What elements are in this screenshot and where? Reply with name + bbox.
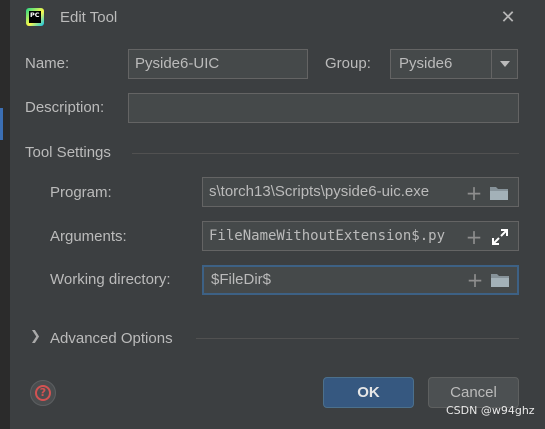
- insert-macro-icon[interactable]: +: [464, 182, 484, 204]
- insert-macro-icon[interactable]: +: [464, 226, 484, 248]
- arguments-input[interactable]: FileNameWithoutExtension$.py +: [202, 221, 519, 251]
- expand-icon[interactable]: [492, 229, 508, 245]
- working-directory-value: $FileDir$: [211, 271, 272, 288]
- help-icon: ?: [35, 385, 51, 401]
- program-label: Program:: [50, 184, 112, 201]
- description-input[interactable]: [128, 93, 519, 123]
- arguments-field-actions: +: [460, 224, 516, 250]
- program-input[interactable]: s\torch13\Scripts\pyside6-uic.exe +: [202, 177, 519, 207]
- group-select[interactable]: Pyside6: [390, 49, 518, 79]
- chevron-down-icon[interactable]: [492, 50, 518, 78]
- name-input[interactable]: Pyside6-UIC: [128, 49, 308, 79]
- program-field-actions: +: [460, 180, 516, 206]
- watermark-text: CSDN @w94ghz: [446, 404, 535, 417]
- folder-icon[interactable]: [490, 272, 510, 288]
- app-icon-text: PC: [29, 11, 41, 23]
- help-button[interactable]: ?: [30, 380, 56, 406]
- title-bar: PC Edit Tool ✕: [10, 0, 545, 36]
- folder-icon[interactable]: [489, 185, 509, 201]
- tool-settings-header: Tool Settings: [25, 144, 111, 161]
- dialog-title: Edit Tool: [60, 9, 118, 26]
- chevron-right-icon[interactable]: ❯: [30, 329, 42, 345]
- group-label: Group:: [325, 55, 371, 72]
- program-value: s\torch13\Scripts\pyside6-uic.exe: [209, 183, 430, 200]
- background-window-strip: [0, 0, 10, 429]
- arguments-label: Arguments:: [50, 228, 127, 245]
- background-selection-marker: [0, 108, 3, 140]
- pycharm-app-icon: PC: [26, 8, 44, 26]
- advanced-options-toggle[interactable]: Advanced Options: [50, 330, 173, 347]
- working-directory-field-actions: +: [461, 267, 517, 293]
- arguments-value: FileNameWithoutExtension$.py: [209, 228, 446, 244]
- advanced-options-divider: [196, 338, 519, 339]
- working-directory-label: Working directory:: [50, 271, 171, 288]
- name-label: Name:: [25, 55, 70, 72]
- ok-button[interactable]: OK: [323, 377, 414, 408]
- working-directory-input[interactable]: $FileDir$ +: [202, 265, 519, 295]
- insert-macro-icon[interactable]: +: [465, 269, 485, 291]
- group-selected-value: Pyside6: [399, 55, 453, 72]
- description-label: Description:: [25, 99, 105, 116]
- close-icon[interactable]: ✕: [498, 8, 518, 28]
- tool-settings-divider: [132, 153, 519, 154]
